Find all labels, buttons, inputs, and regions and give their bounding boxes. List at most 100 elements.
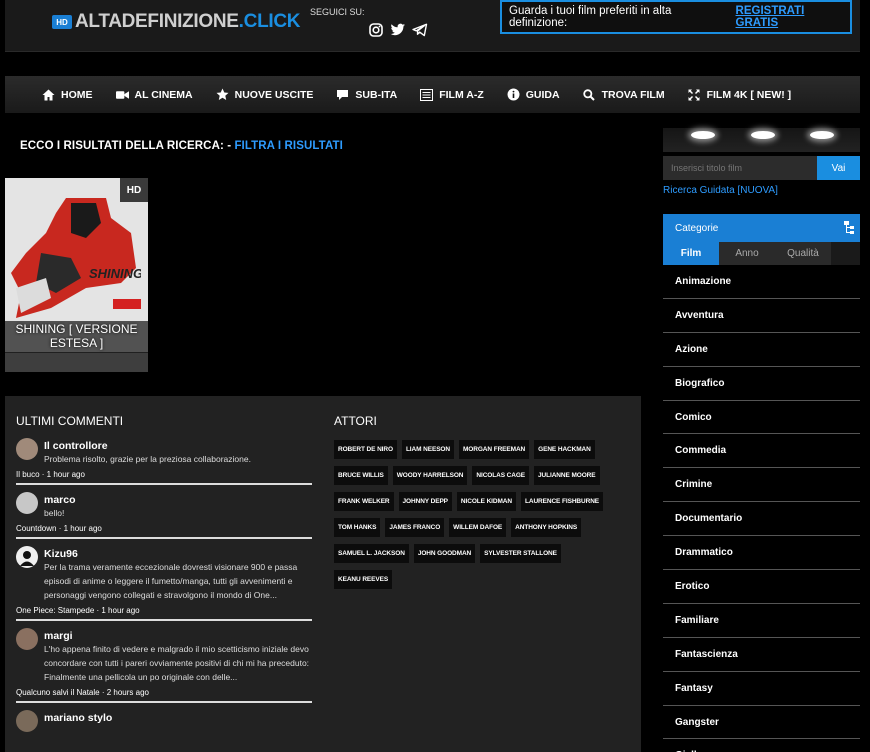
card-footer bbox=[5, 352, 148, 372]
actor-tag[interactable]: JAMES FRANCO bbox=[385, 518, 445, 537]
category-item[interactable]: Familiare bbox=[663, 604, 860, 638]
nav-item-guida[interactable]: GUIDA bbox=[507, 88, 560, 101]
category-item[interactable]: Giallo bbox=[663, 739, 860, 752]
comment-meta[interactable]: One Piece: Stampede · 1 hour ago bbox=[16, 605, 312, 617]
categories-title: Categorie bbox=[675, 223, 719, 234]
nav-label: SUB-ITA bbox=[355, 88, 398, 101]
comment-item: marco bello! Countdown · 1 hour ago bbox=[16, 492, 312, 539]
actor-tag[interactable]: SYLVESTER STALLONE bbox=[480, 544, 561, 563]
comment-author[interactable]: Kizu96 bbox=[44, 546, 312, 560]
actor-tag[interactable]: BRUCE WILLIS bbox=[334, 466, 388, 485]
nav-item-trova-film[interactable]: TROVA FILM bbox=[583, 88, 665, 101]
filter-results-link[interactable]: FILTRA I RISULTATI bbox=[234, 140, 342, 152]
register-link[interactable]: REGISTRATI GRATIS bbox=[736, 5, 850, 29]
actor-tag[interactable]: KEANU REEVES bbox=[334, 570, 393, 589]
comment-author[interactable]: margi bbox=[44, 628, 312, 642]
comment-text: bello! bbox=[44, 508, 65, 518]
tab-qualita[interactable]: Qualità bbox=[775, 242, 831, 265]
actor-tag[interactable]: ROBERT DE NIRO bbox=[334, 440, 397, 459]
nav-item-al-cinema[interactable]: AL CINEMA bbox=[115, 88, 193, 101]
actor-tag[interactable]: JOHN GOODMAN bbox=[413, 544, 476, 563]
video-camera-icon bbox=[115, 88, 129, 101]
comment-text: Problema risolto, grazie per la preziosa… bbox=[44, 454, 251, 464]
info-icon bbox=[507, 88, 520, 101]
actor-tag[interactable]: GENE HACKMAN bbox=[534, 440, 595, 459]
site-logo[interactable]: HD ALTADEFINIZIONE.CLICK bbox=[52, 11, 301, 33]
sitemap-icon[interactable] bbox=[844, 221, 854, 235]
comment-meta[interactable]: Countdown · 1 hour ago bbox=[16, 523, 312, 535]
guided-search-link[interactable]: Ricerca Guidata [NUOVA] bbox=[663, 185, 778, 196]
avatar[interactable] bbox=[16, 546, 38, 568]
comments-heading: ULTIMI COMMENTI bbox=[16, 414, 124, 428]
actor-tag[interactable]: TOM HANKS bbox=[334, 518, 381, 537]
category-item[interactable]: Fantasy bbox=[663, 672, 860, 706]
instagram-icon[interactable] bbox=[368, 22, 384, 38]
category-item[interactable]: Gangster bbox=[663, 706, 860, 740]
comment-author[interactable]: Il controllore bbox=[44, 438, 312, 452]
spotlight bbox=[810, 131, 834, 139]
tab-film[interactable]: Film bbox=[663, 242, 719, 265]
social-links bbox=[368, 22, 428, 38]
comment-meta[interactable]: Qualcuno salvi il Natale · 2 hours ago bbox=[16, 687, 312, 699]
twitter-icon[interactable] bbox=[390, 22, 406, 38]
nav-item-sub-ita[interactable]: SUB-ITA bbox=[336, 88, 397, 101]
actors-heading: ATTORI bbox=[334, 414, 377, 428]
actor-tag[interactable]: LIAM NEESON bbox=[401, 440, 454, 459]
site-header: HD ALTADEFINIZIONE.CLICK SEGUICI SU: Gua… bbox=[5, 0, 860, 52]
list-icon bbox=[420, 88, 434, 101]
actor-tag[interactable]: NICOLE KIDMAN bbox=[456, 492, 516, 511]
category-item[interactable]: Drammatico bbox=[663, 536, 860, 571]
actor-tag[interactable]: FRANK WELKER bbox=[334, 492, 394, 511]
comment-meta[interactable]: Il buco · 1 hour ago bbox=[16, 469, 312, 481]
actor-tag[interactable]: ANTHONY HOPKINS bbox=[511, 518, 582, 537]
nav-item-film-a-z[interactable]: FILM A-Z bbox=[420, 88, 484, 101]
comment-author[interactable]: marco bbox=[44, 492, 312, 506]
category-item[interactable]: Avventura bbox=[663, 299, 860, 333]
category-item[interactable]: Erotico bbox=[663, 570, 860, 604]
spotlight bbox=[751, 131, 775, 139]
category-item[interactable]: Crimine bbox=[663, 468, 860, 503]
nav-item-home[interactable]: HOME bbox=[42, 88, 93, 101]
results-heading: ECCO I RISULTATI DELLA RICERCA: - FILTRA… bbox=[20, 140, 343, 152]
telegram-icon[interactable] bbox=[412, 22, 428, 38]
actor-tag[interactable]: NICOLAS CAGE bbox=[472, 466, 530, 485]
movie-title[interactable]: SHINING [ VERSIONE ESTESA ] bbox=[5, 321, 148, 353]
category-tabs: Film Anno Qualità bbox=[663, 242, 860, 265]
comments-list: Il controllore Problema risolto, grazie … bbox=[16, 438, 312, 733]
actor-tag[interactable]: WOODY HARRELSON bbox=[392, 466, 468, 485]
nav-item-film-4k[interactable]: FILM 4K [ NEW! ] bbox=[688, 88, 791, 101]
nav-item-nuove-uscite[interactable]: NUOVE USCITE bbox=[216, 88, 313, 101]
nav-label: TROVA FILM bbox=[601, 88, 665, 101]
category-item[interactable]: Commedia bbox=[663, 434, 860, 469]
avatar[interactable] bbox=[16, 628, 38, 650]
category-item[interactable]: Biografico bbox=[663, 367, 860, 401]
home-icon bbox=[42, 88, 55, 101]
actor-tag[interactable]: WILLEM DAFOE bbox=[449, 518, 507, 537]
movie-card[interactable]: SHINING HD SHINING [ VERSIONE ESTESA ] bbox=[5, 178, 148, 372]
comment-author[interactable]: mariano stylo bbox=[44, 710, 312, 724]
comment-item: Il controllore Problema risolto, grazie … bbox=[16, 438, 312, 485]
category-item[interactable]: Animazione bbox=[663, 265, 860, 299]
follow-label: SEGUICI SU: bbox=[310, 7, 365, 17]
avatar[interactable] bbox=[16, 438, 38, 460]
avatar[interactable] bbox=[16, 492, 38, 514]
comment-item: margi L'ho appena finito di vedere e mal… bbox=[16, 628, 312, 703]
category-item[interactable]: Azione bbox=[663, 333, 860, 367]
actor-tag[interactable]: MORGAN FREEMAN bbox=[458, 440, 530, 459]
actor-tag[interactable]: SAMUEL L. JACKSON bbox=[334, 544, 409, 563]
actor-tag[interactable]: LAURENCE FISHBURNE bbox=[520, 492, 604, 511]
expand-icon bbox=[688, 88, 701, 101]
actor-tag[interactable]: JOHNNY DEPP bbox=[398, 492, 452, 511]
category-item[interactable]: Documentario bbox=[663, 502, 860, 537]
category-item[interactable]: Fantascienza bbox=[663, 638, 860, 672]
actor-tag[interactable]: JULIANNE MOORE bbox=[534, 466, 600, 485]
search-button[interactable]: Vai bbox=[817, 156, 860, 180]
category-item[interactable]: Comico bbox=[663, 401, 860, 435]
avatar[interactable] bbox=[16, 710, 38, 732]
sidebar-search: Vai bbox=[663, 156, 860, 180]
nav-label: AL CINEMA bbox=[134, 88, 193, 101]
bottom-panel: ULTIMI COMMENTI Il controllore Problema … bbox=[5, 396, 641, 752]
comment-text: L'ho appena finito di vedere e malgrado … bbox=[44, 644, 310, 682]
search-input[interactable] bbox=[663, 156, 817, 180]
tab-anno[interactable]: Anno bbox=[719, 242, 775, 265]
